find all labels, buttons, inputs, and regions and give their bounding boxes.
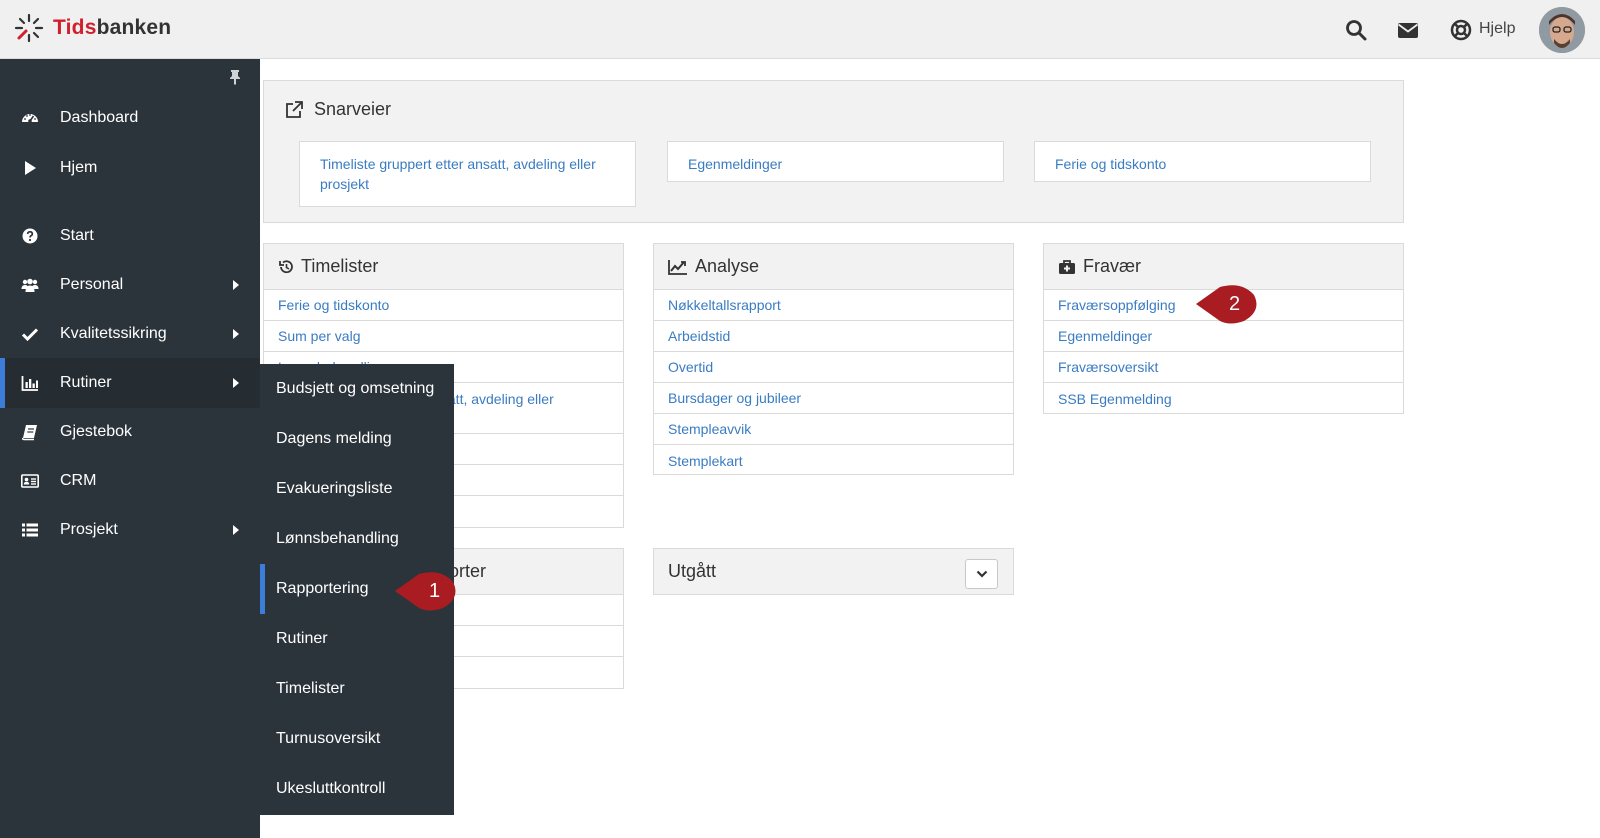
submenu-item-budsjett[interactable]: Budsjett og omsetning: [260, 364, 454, 414]
list-item[interactable]: Arbeidstid: [654, 321, 1013, 352]
list-item[interactable]: Bursdager og jubileer: [654, 383, 1013, 414]
list-item[interactable]: Stemplekart: [654, 445, 1013, 476]
list-item[interactable]: Egenmeldinger: [1044, 321, 1403, 352]
timelister-header: Timelister: [264, 244, 623, 290]
shortcut-egenmeldinger[interactable]: Egenmeldinger: [667, 141, 1004, 182]
bar-chart-icon: [21, 376, 38, 391]
analyse-header: Analyse: [654, 244, 1013, 290]
callout-marker-2: 2: [1194, 283, 1260, 325]
list-item[interactable]: Nøkkeltallsrapport: [654, 290, 1013, 321]
sidebar-item-label: Start: [60, 227, 94, 244]
utgatt-panel: Utgått: [653, 548, 1014, 595]
chevron-down-icon: [976, 570, 987, 578]
sidebar-item-label: Prosjekt: [60, 521, 118, 538]
history-icon: [279, 259, 293, 273]
sidebar-item-gjestebok[interactable]: Gjestebok: [0, 407, 260, 457]
sidebar-item-rutiner[interactable]: Rutiner: [0, 358, 260, 408]
sidebar-item-label: Kvalitetssikring: [60, 325, 167, 342]
sidebar-item-kvalitetssikring[interactable]: Kvalitetssikring: [0, 309, 260, 359]
list-item[interactable]: Ferie og tidskonto: [264, 290, 623, 321]
list-item[interactable]: SSB Egenmelding: [1044, 383, 1403, 414]
tidsbanken-logo[interactable]: Tidsbanken: [13, 12, 171, 44]
user-avatar[interactable]: [1539, 7, 1585, 53]
shortcut-ferie[interactable]: Ferie og tidskonto: [1034, 141, 1371, 182]
callout-marker-1: 1: [393, 570, 459, 612]
list-icon: [22, 523, 38, 537]
list-item[interactable]: Stempleavvik: [654, 414, 1013, 445]
sidebar-item-start[interactable]: Start: [0, 211, 260, 261]
play-icon: [25, 161, 36, 175]
utgatt-header: Utgått: [654, 549, 1013, 594]
sidebar-item-label: Personal: [60, 276, 124, 293]
submenu-item-evakueringsliste[interactable]: Evakueringsliste: [260, 464, 454, 514]
sidebar-item-label: CRM: [60, 472, 97, 489]
chevron-right-icon: [233, 280, 239, 290]
top-bar: Tidsbanken Hjelp: [0, 0, 1600, 59]
help-link[interactable]: Hjelp: [1479, 20, 1515, 38]
submenu-item-timelister[interactable]: Timelister: [260, 664, 454, 714]
external-link-icon: [286, 100, 303, 118]
dashboard-icon: [22, 114, 38, 123]
sidebar-item-label: Hjem: [60, 159, 98, 176]
chevron-right-icon: [233, 329, 239, 339]
fravaer-panel: Fravær Fraværsoppfølging Egenmeldinger F…: [1043, 243, 1404, 414]
submenu-item-rutiner[interactable]: Rutiner: [260, 614, 454, 664]
question-circle-icon: [22, 228, 38, 244]
users-icon: [21, 278, 39, 292]
snarveier-panel: Snarveier Timeliste gruppert etter ansat…: [263, 80, 1404, 223]
sidebar-item-personal[interactable]: Personal: [0, 260, 260, 310]
list-item[interactable]: Overtid: [654, 352, 1013, 383]
sidebar-item-dashboard[interactable]: Dashboard: [0, 93, 260, 143]
sidebar-item-crm[interactable]: CRM: [0, 456, 260, 506]
medkit-icon: [1059, 259, 1075, 274]
search-icon[interactable]: [1344, 18, 1368, 42]
shortcut-timeliste[interactable]: Timeliste gruppert etter ansatt, avdelin…: [299, 141, 636, 207]
logo-star-icon: [14, 13, 44, 43]
pin-icon[interactable]: [228, 69, 242, 85]
submenu-item-ukesluttkontroll[interactable]: Ukesluttkontroll: [260, 764, 454, 814]
book-icon: [21, 425, 37, 441]
user-avatar-image: [1539, 7, 1585, 53]
chevron-right-icon: [233, 525, 239, 535]
sidebar-item-hjem[interactable]: Hjem: [0, 143, 260, 193]
submenu-item-dagens-melding[interactable]: Dagens melding: [260, 414, 454, 464]
sidebar-item-label: Dashboard: [60, 109, 139, 126]
envelope-icon[interactable]: [1396, 18, 1420, 42]
sidebar-item-prosjekt[interactable]: Prosjekt: [0, 505, 260, 555]
expand-button[interactable]: [965, 559, 998, 589]
logo-text: Tidsbanken: [53, 16, 172, 39]
sidebar-item-label: Rutiner: [60, 374, 112, 391]
list-item[interactable]: Sum per valg: [264, 321, 623, 352]
chevron-right-icon: [233, 378, 239, 388]
snarveier-title: Snarveier: [284, 99, 391, 120]
sidebar-item-label: Gjestebok: [60, 423, 133, 440]
lifebuoy-icon[interactable]: [1449, 18, 1473, 42]
callout-arrow-shape: [1196, 285, 1257, 324]
check-icon: [21, 328, 39, 342]
submenu-item-lonnsbehandling[interactable]: Lønnsbehandling: [260, 514, 454, 564]
submenu-item-turnusoversikt[interactable]: Turnusoversikt: [260, 714, 454, 764]
line-chart-icon: [668, 259, 687, 275]
callout-arrow-shape: [395, 572, 456, 611]
list-item[interactable]: Fraværsoversikt: [1044, 352, 1403, 383]
callout-number: 1: [429, 580, 441, 602]
analyse-panel: Analyse Nøkkeltallsrapport Arbeidstid Ov…: [653, 243, 1014, 475]
callout-number: 2: [1229, 293, 1241, 315]
sidebar: Dashboard Hjem Start Personal Kvalitetss…: [0, 59, 260, 838]
id-card-icon: [21, 474, 39, 488]
